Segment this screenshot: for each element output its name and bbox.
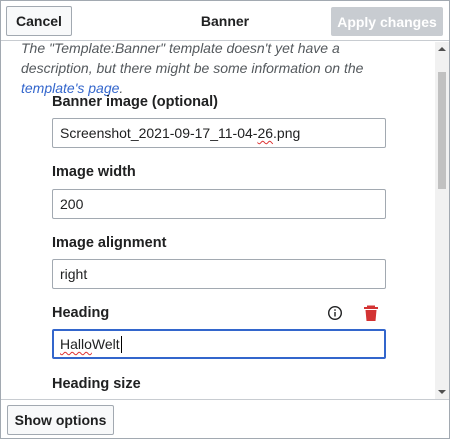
text-caret <box>120 335 122 353</box>
banner-image-input[interactable]: Screenshot_2021-09-17_11-04- 26 .png <box>52 118 386 148</box>
dialog-footer: Show options <box>1 399 449 438</box>
content-scrollbar[interactable] <box>435 42 449 399</box>
image-alignment-value: right <box>60 266 88 282</box>
image-width-input[interactable]: 200 <box>52 189 386 219</box>
image-width-value: 200 <box>60 196 84 212</box>
banner-image-label: Banner image (optional) <box>52 94 218 110</box>
banner-image-value-misspelled: 26 <box>257 125 274 141</box>
cancel-button[interactable]: Cancel <box>6 6 72 36</box>
image-alignment-label: Image alignment <box>52 235 167 251</box>
template-description: The "Template:Banner" template doesn't y… <box>21 42 413 98</box>
scroll-down-arrow-icon[interactable] <box>435 385 449 399</box>
dialog-header: Banner Cancel Apply changes <box>1 1 449 41</box>
banner-image-value-end: .png <box>273 125 301 141</box>
heading-value-misspelled: Hallo <box>60 336 92 352</box>
image-alignment-input[interactable]: right <box>52 259 386 289</box>
info-icon[interactable] <box>325 303 345 323</box>
image-width-label: Image width <box>52 164 136 180</box>
apply-changes-button[interactable]: Apply changes <box>331 7 443 36</box>
description-text: The "Template:Banner" template doesn't y… <box>21 42 364 76</box>
dialog-content: The "Template:Banner" template doesn't y… <box>1 42 435 398</box>
show-options-button[interactable]: Show options <box>7 405 114 435</box>
scroll-up-arrow-icon[interactable] <box>435 42 449 56</box>
trash-icon[interactable] <box>361 303 381 323</box>
heading-label: Heading <box>52 305 110 321</box>
banner-image-value-start: Screenshot_2021-09-17_11-04- <box>60 125 258 141</box>
scrollbar-thumb[interactable] <box>438 72 446 189</box>
template-dialog: Banner Cancel Apply changes The "Templat… <box>0 0 450 439</box>
heading-value-rest: Welt <box>91 336 120 352</box>
heading-input[interactable]: Hallo Welt <box>52 329 386 359</box>
heading-size-label: Heading size <box>52 376 141 392</box>
